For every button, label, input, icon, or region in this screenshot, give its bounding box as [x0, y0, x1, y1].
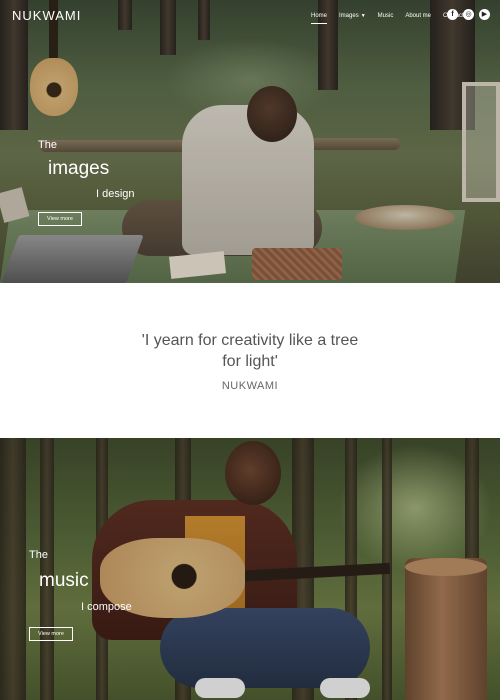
quote-line-1: 'I yearn for creativity like a tree	[141, 332, 359, 349]
nav-about-label: About me	[405, 13, 432, 19]
social-links: f ◎ ▶	[447, 9, 490, 20]
hero-music-line3: I compose	[81, 601, 132, 613]
nav-home[interactable]: Home	[305, 12, 333, 24]
hero-images-line3: I design	[96, 188, 135, 200]
nav-images-label: Images	[339, 13, 359, 19]
nav-music[interactable]: Music	[372, 12, 400, 22]
image-overlay	[0, 0, 500, 283]
image-overlay	[0, 438, 500, 700]
hero-music-section: The music I compose View more	[0, 438, 500, 700]
hero-music-title: music	[39, 570, 89, 591]
youtube-icon[interactable]: ▶	[479, 9, 490, 20]
chevron-down-icon: ▼	[360, 13, 366, 19]
view-more-music-button[interactable]: View more	[29, 627, 73, 641]
quote-author: NUKWAMI	[221, 380, 279, 392]
nav-music-label: Music	[377, 13, 394, 19]
view-more-images-button[interactable]: View more	[38, 212, 82, 226]
quote-line-2: for light'	[222, 353, 278, 370]
instagram-icon[interactable]: ◎	[463, 9, 474, 20]
site-logo[interactable]: NUKWAMI	[12, 8, 81, 23]
hero-images-title: images	[48, 158, 110, 179]
quote-text: 'I yearn for creativity like a tree for …	[0, 330, 500, 372]
nav-home-label: Home	[311, 13, 328, 19]
hero-images-line1: The	[38, 139, 57, 151]
nav-about[interactable]: About me	[399, 12, 437, 22]
quote-section: 'I yearn for creativity like a tree for …	[0, 283, 500, 438]
hero-music-line1: The	[29, 549, 48, 561]
main-nav: Home Images▼ Music About me Contact	[305, 12, 470, 24]
hero-images-section: The images I design View more	[0, 0, 500, 283]
nav-images[interactable]: Images ▼	[333, 12, 372, 22]
facebook-icon[interactable]: f	[447, 9, 458, 20]
